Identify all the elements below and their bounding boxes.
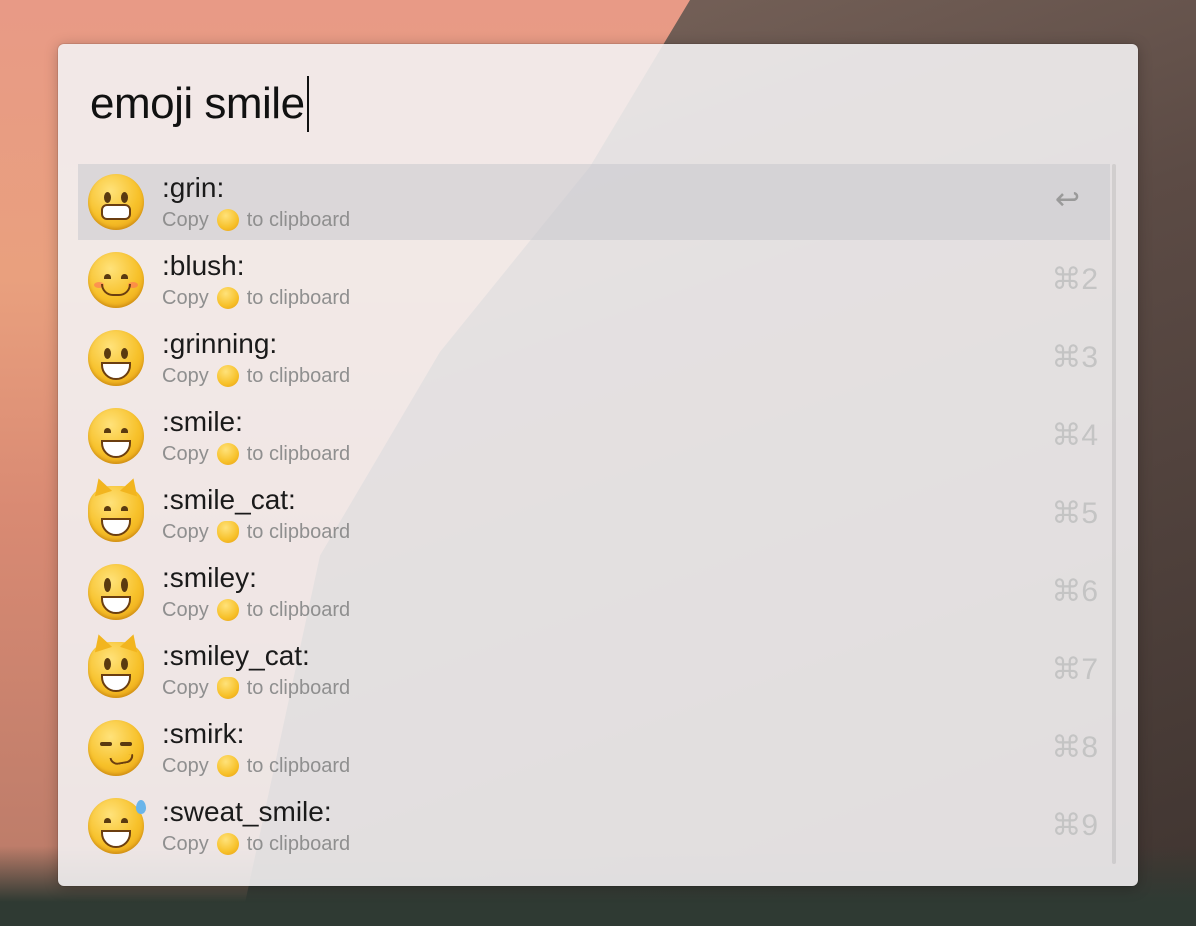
- smile-cat-mini-emoji-icon: [216, 521, 239, 543]
- result-row-blush[interactable]: :blush: Copy to clipboard ⌘2: [78, 242, 1110, 320]
- copy-label: Copy: [162, 209, 209, 231]
- result-title: :blush:: [162, 250, 245, 281]
- result-row-smirk[interactable]: :smirk: Copy to clipboard ⌘8: [78, 710, 1110, 788]
- grinning-emoji-icon: [88, 330, 144, 386]
- smiley-cat-mini-emoji-icon: [216, 677, 239, 699]
- result-title: :sweat_smile:: [162, 796, 332, 827]
- result-subtitle: Copy to clipboard: [162, 598, 350, 622]
- to-clipboard-label: to clipboard: [246, 599, 351, 621]
- grin-emoji-icon: [88, 174, 144, 230]
- sweat-drop-icon: [136, 800, 146, 814]
- result-title: :smiley_cat:: [162, 640, 310, 671]
- launcher-panel: emoji smile :grin: Copy to clipboard ↩ :…: [58, 44, 1138, 886]
- text-caret: [306, 76, 309, 132]
- copy-label: Copy: [162, 287, 209, 309]
- search-field[interactable]: emoji smile: [90, 74, 1106, 134]
- result-title: :smile:: [162, 406, 243, 437]
- blush-mini-emoji-icon: [216, 287, 239, 309]
- shortcut-label: ⌘7: [1051, 653, 1098, 686]
- shortcut-label: ⌘8: [1051, 731, 1098, 764]
- result-row-smiley[interactable]: :smiley: Copy to clipboard ⌘6: [78, 554, 1110, 632]
- result-row-sweat-smile[interactable]: :sweat_smile: Copy to clipboard ⌘9: [78, 788, 1110, 866]
- shortcut-label: ⌘9: [1051, 809, 1098, 842]
- result-subtitle: Copy to clipboard: [162, 286, 350, 310]
- result-subtitle: Copy to clipboard: [162, 832, 350, 856]
- smiley-cat-emoji-icon: [88, 642, 144, 698]
- copy-label: Copy: [162, 599, 209, 621]
- shortcut-label: ⌘4: [1051, 419, 1098, 452]
- grinning-mini-emoji-icon: [216, 365, 239, 387]
- shortcut-label: ⌘3: [1051, 341, 1098, 374]
- blush-emoji-icon: [88, 252, 144, 308]
- shortcut-label: ⌘2: [1051, 263, 1098, 296]
- result-subtitle: Copy to clipboard: [162, 520, 350, 544]
- copy-label: Copy: [162, 677, 209, 699]
- smiley-emoji-icon: [88, 564, 144, 620]
- smile-mini-emoji-icon: [216, 443, 239, 465]
- to-clipboard-label: to clipboard: [246, 833, 351, 855]
- result-title: :smiley:: [162, 562, 257, 593]
- return-key-icon: ↩: [1054, 183, 1080, 216]
- results-list: :grin: Copy to clipboard ↩ :blush: Copy …: [78, 164, 1110, 864]
- copy-label: Copy: [162, 521, 209, 543]
- to-clipboard-label: to clipboard: [246, 755, 351, 777]
- result-title: :grin:: [162, 172, 225, 203]
- search-query-text[interactable]: emoji smile: [90, 82, 305, 126]
- copy-label: Copy: [162, 443, 209, 465]
- to-clipboard-label: to clipboard: [246, 521, 351, 543]
- smiley-mini-emoji-icon: [216, 599, 239, 621]
- to-clipboard-label: to clipboard: [246, 365, 351, 387]
- result-row-grinning[interactable]: :grinning: Copy to clipboard ⌘3: [78, 320, 1110, 398]
- smile-cat-emoji-icon: [88, 486, 144, 542]
- result-row-smile-cat[interactable]: :smile_cat: Copy to clipboard ⌘5: [78, 476, 1110, 554]
- shortcut-label: ⌘6: [1051, 575, 1098, 608]
- result-subtitle: Copy to clipboard: [162, 364, 350, 388]
- result-subtitle: Copy to clipboard: [162, 208, 350, 232]
- result-title: :smirk:: [162, 718, 245, 749]
- copy-label: Copy: [162, 755, 209, 777]
- smirk-mini-emoji-icon: [216, 755, 239, 777]
- result-row-smile[interactable]: :smile: Copy to clipboard ⌘4: [78, 398, 1110, 476]
- result-subtitle: Copy to clipboard: [162, 754, 350, 778]
- to-clipboard-label: to clipboard: [246, 677, 351, 699]
- grin-mini-emoji-icon: [216, 209, 239, 231]
- copy-label: Copy: [162, 833, 209, 855]
- result-title: :grinning:: [162, 328, 278, 359]
- shortcut-label: ⌘5: [1051, 497, 1098, 530]
- result-title: :smile_cat:: [162, 484, 296, 515]
- results-scrollbar[interactable]: [1112, 164, 1116, 864]
- result-subtitle: Copy to clipboard: [162, 676, 350, 700]
- smile-emoji-icon: [88, 408, 144, 464]
- result-row-grin[interactable]: :grin: Copy to clipboard ↩: [78, 164, 1110, 240]
- smirk-emoji-icon: [88, 720, 144, 776]
- copy-label: Copy: [162, 365, 209, 387]
- to-clipboard-label: to clipboard: [246, 443, 351, 465]
- sweat-smile-mini-emoji-icon: [216, 833, 239, 855]
- result-subtitle: Copy to clipboard: [162, 442, 350, 466]
- result-row-smiley-cat[interactable]: :smiley_cat: Copy to clipboard ⌘7: [78, 632, 1110, 710]
- sweat-smile-emoji-icon: [88, 798, 146, 854]
- to-clipboard-label: to clipboard: [246, 209, 351, 231]
- to-clipboard-label: to clipboard: [246, 287, 351, 309]
